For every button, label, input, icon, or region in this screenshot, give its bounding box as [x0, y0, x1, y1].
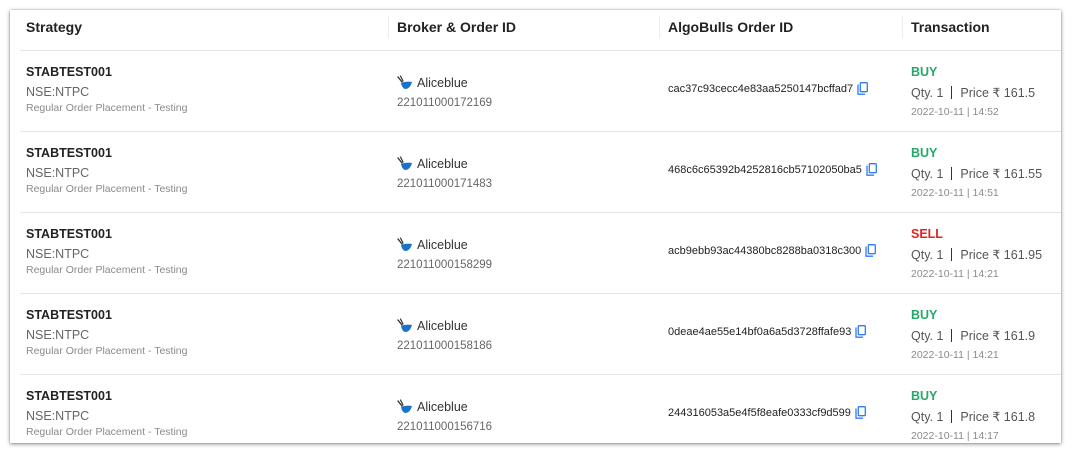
price: Price ₹ 161.8	[960, 410, 1036, 424]
column-divider	[388, 16, 389, 38]
quantity: Qty. 1	[911, 409, 944, 424]
strategy-description: Regular Order Placement - Testing	[26, 102, 188, 114]
algobulls-order: cac37c93cecc4e83aa5250147bcffad7	[668, 82, 869, 95]
detail-divider	[951, 167, 953, 180]
copy-icon[interactable]	[865, 244, 877, 257]
price: Price ₹ 161.55	[960, 167, 1043, 181]
transaction-details: Qty. 1 Price ₹ 161.5	[911, 85, 1036, 101]
column-divider	[659, 16, 660, 38]
column-header-transaction[interactable]: Transaction	[911, 19, 990, 35]
transaction-time: 2022-10-11 | 14:21	[911, 349, 999, 361]
broker-name: Aliceblue	[417, 400, 468, 414]
broker-name: Aliceblue	[417, 157, 468, 171]
transaction-time: 2022-10-11 | 14:52	[911, 106, 999, 118]
copy-icon[interactable]	[855, 406, 866, 419]
detail-divider	[951, 86, 953, 99]
detail-divider	[951, 329, 953, 342]
strategy-name: STABTEST001	[26, 227, 112, 241]
aliceblue-logo-icon	[397, 237, 412, 251]
broker-order-id: 221011000172169	[397, 97, 493, 109]
algobulls-order-id: acb9ebb93ac44380bc8288ba0318c300	[668, 244, 862, 257]
strategy-name: STABTEST001	[26, 146, 112, 160]
instrument: NSE:NTPC	[26, 166, 90, 180]
orders-table-panel: Strategy Broker & Order ID AlgoBulls Ord…	[10, 10, 1061, 443]
transaction-details: Qty. 1 Price ₹ 161.55	[911, 166, 1043, 182]
algobulls-order-id: 0deae4ae55e14bf0a6a5d3728ffafe93	[668, 325, 852, 338]
transaction-details: Qty. 1 Price ₹ 161.9	[911, 328, 1036, 344]
broker-name: Aliceblue	[417, 238, 468, 252]
broker: Aliceblue	[397, 318, 468, 334]
price: Price ₹ 161.9	[960, 329, 1036, 343]
algobulls-order-id: cac37c93cecc4e83aa5250147bcffad7	[668, 82, 854, 95]
strategy-description: Regular Order Placement - Testing	[26, 345, 188, 357]
algobulls-order-id: 468c6c65392b4252816cb57102050ba5	[668, 163, 862, 176]
transaction-type: BUY	[911, 308, 938, 322]
transaction-time: 2022-10-11 | 14:21	[911, 268, 999, 280]
broker-order-id: 221011000171483	[397, 178, 493, 190]
aliceblue-logo-icon	[397, 75, 412, 89]
broker-name: Aliceblue	[417, 76, 468, 90]
instrument: NSE:NTPC	[26, 247, 90, 261]
table-body: STABTEST001 NSE:NTPC Regular Order Place…	[20, 51, 1061, 443]
copy-icon[interactable]	[855, 325, 867, 338]
strategy-name: STABTEST001	[26, 308, 112, 322]
transaction-type: SELL	[911, 227, 943, 241]
strategy-description: Regular Order Placement - Testing	[26, 264, 188, 276]
algobulls-order: 0deae4ae55e14bf0a6a5d3728ffafe93	[668, 325, 867, 338]
broker-name: Aliceblue	[417, 319, 468, 333]
broker: Aliceblue	[397, 156, 468, 172]
table-row[interactable]: STABTEST001 NSE:NTPC Regular Order Place…	[20, 375, 1061, 443]
broker-order-id: 221011000158186	[397, 340, 493, 352]
copy-icon[interactable]	[866, 163, 877, 176]
instrument: NSE:NTPC	[26, 85, 90, 99]
column-header-algobulls-order-id[interactable]: AlgoBulls Order ID	[668, 19, 793, 35]
algobulls-order: 468c6c65392b4252816cb57102050ba5	[668, 163, 877, 176]
quantity: Qty. 1	[911, 166, 944, 181]
algobulls-order-id: 244316053a5e4f5f8eafe0333cf9d599	[668, 406, 851, 419]
table-row[interactable]: STABTEST001 NSE:NTPC Regular Order Place…	[20, 132, 1061, 213]
broker-order-id: 221011000158299	[397, 259, 493, 271]
transaction-type: BUY	[911, 146, 938, 160]
transaction-type: BUY	[911, 65, 938, 79]
algobulls-order: acb9ebb93ac44380bc8288ba0318c300	[668, 244, 877, 257]
price: Price ₹ 161.5	[960, 86, 1036, 100]
transaction-details: Qty. 1 Price ₹ 161.8	[911, 409, 1036, 425]
transaction-time: 2022-10-11 | 14:51	[911, 187, 999, 199]
transaction-details: Qty. 1 Price ₹ 161.95	[911, 247, 1043, 263]
strategy-name: STABTEST001	[26, 65, 112, 79]
strategy-name: STABTEST001	[26, 389, 112, 403]
column-divider	[902, 16, 903, 38]
quantity: Qty. 1	[911, 247, 944, 262]
detail-divider	[951, 410, 953, 423]
broker: Aliceblue	[397, 237, 468, 253]
strategy-description: Regular Order Placement - Testing	[26, 426, 188, 438]
aliceblue-logo-icon	[397, 156, 412, 170]
broker: Aliceblue	[397, 75, 468, 91]
table-header: Strategy Broker & Order ID AlgoBulls Ord…	[20, 10, 1061, 51]
broker-order-id: 221011000156716	[397, 421, 493, 433]
table-row[interactable]: STABTEST001 NSE:NTPC Regular Order Place…	[20, 213, 1061, 294]
copy-icon[interactable]	[857, 82, 869, 95]
column-header-strategy[interactable]: Strategy	[26, 19, 82, 35]
table-row[interactable]: STABTEST001 NSE:NTPC Regular Order Place…	[20, 51, 1061, 132]
algobulls-order: 244316053a5e4f5f8eafe0333cf9d599	[668, 406, 866, 419]
quantity: Qty. 1	[911, 85, 944, 100]
quantity: Qty. 1	[911, 328, 944, 343]
strategy-description: Regular Order Placement - Testing	[26, 183, 188, 195]
column-header-broker[interactable]: Broker & Order ID	[397, 19, 516, 35]
aliceblue-logo-icon	[397, 399, 412, 413]
transaction-type: BUY	[911, 389, 938, 403]
detail-divider	[951, 248, 953, 261]
price: Price ₹ 161.95	[960, 248, 1043, 262]
transaction-time: 2022-10-11 | 14:17	[911, 430, 999, 442]
aliceblue-logo-icon	[397, 318, 412, 332]
broker: Aliceblue	[397, 399, 468, 415]
table-row[interactable]: STABTEST001 NSE:NTPC Regular Order Place…	[20, 294, 1061, 375]
instrument: NSE:NTPC	[26, 409, 90, 423]
instrument: NSE:NTPC	[26, 328, 90, 342]
